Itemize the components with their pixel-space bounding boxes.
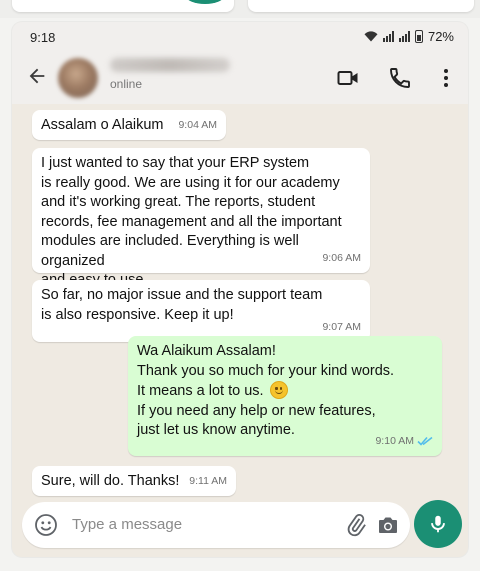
- camera-icon[interactable]: [376, 513, 400, 537]
- incoming-message[interactable]: I just wanted to say that your ERP syste…: [32, 148, 370, 288]
- status-time: 9:18: [30, 30, 56, 45]
- signal-icon: [398, 31, 410, 42]
- signal-icon: [382, 31, 394, 42]
- message-time: 9:11 AM: [189, 474, 227, 487]
- message-text: Sure, will do. Thanks!: [41, 473, 180, 489]
- contact-name-redacted[interactable]: [110, 58, 230, 72]
- incoming-message[interactable]: So far, no major issue and the support t…: [32, 280, 370, 342]
- voice-message-button[interactable]: [414, 500, 462, 548]
- avatar[interactable]: [58, 58, 98, 98]
- message-list: Assalam o Alaikum 9:04 AM I just wanted …: [12, 104, 468, 496]
- outgoing-message[interactable]: Wa Alaikum Assalam! Thank you so much fo…: [128, 336, 442, 456]
- read-receipt-icon: [417, 436, 433, 446]
- microphone-icon: [431, 515, 445, 533]
- battery-icon: [414, 30, 423, 43]
- message-input[interactable]: Type a message: [72, 516, 182, 533]
- wifi-icon: [364, 31, 378, 42]
- video-call-icon[interactable]: [336, 66, 360, 90]
- message-time: 9:07 AM: [322, 320, 361, 333]
- message-time: 9:04 AM: [178, 118, 217, 131]
- message-text: So far, no major issue and the support t…: [41, 287, 323, 323]
- message-time: 9:10 AM: [375, 434, 414, 447]
- message-time: 9:06 AM: [322, 251, 361, 264]
- more-options-icon[interactable]: [434, 66, 458, 90]
- incoming-message[interactable]: Assalam o Alaikum 9:04 AM: [32, 110, 226, 140]
- message-text: Assalam o Alaikum: [41, 117, 164, 133]
- battery-level: 72%: [427, 29, 454, 44]
- message-text-line: It means a lot to us.: [137, 383, 264, 399]
- phone-call-icon[interactable]: [388, 66, 412, 90]
- emoji-picker-icon[interactable]: [34, 513, 58, 537]
- attach-icon[interactable]: [344, 513, 368, 537]
- message-text: I just wanted to say that your ERP syste…: [41, 155, 342, 288]
- message-text-line: Wa Alaikum Assalam!: [137, 343, 276, 359]
- message-composer[interactable]: Type a message: [22, 502, 410, 548]
- message-text-line: If you need any help or new features,: [137, 402, 376, 419]
- message-text-line-with-emoji: It means a lot to us.: [137, 381, 433, 402]
- phone-screen: 9:18 72% online Assalam o Alaikum 9:04 A…: [12, 22, 468, 557]
- background-card: [248, 0, 474, 12]
- smiling-face-emoji-icon: [269, 381, 288, 399]
- message-text-line: Thank you so much for your kind words.: [137, 362, 395, 379]
- incoming-message[interactable]: Sure, will do. Thanks! 9:11 AM: [32, 466, 236, 496]
- message-time-with-status: 9:10 AM: [375, 432, 433, 452]
- status-icons: 72%: [364, 29, 454, 44]
- status-bar: 9:18 72%: [12, 22, 468, 52]
- chat-header: online: [12, 52, 468, 104]
- back-arrow-icon[interactable]: [26, 65, 48, 87]
- contact-status: online: [110, 77, 143, 91]
